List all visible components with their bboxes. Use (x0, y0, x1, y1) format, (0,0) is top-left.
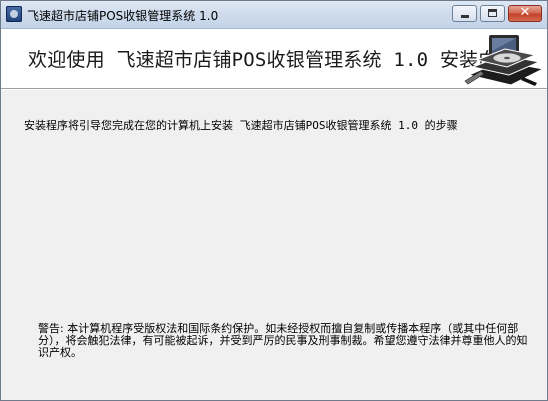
computer-install-icon (464, 35, 545, 86)
title-bar[interactable]: 飞速超市店铺POS收银管理系统 1.0 ✕ (1, 1, 547, 29)
maximize-button[interactable] (480, 5, 505, 22)
maximize-icon (488, 9, 497, 17)
close-icon: ✕ (519, 5, 531, 20)
installer-window: 飞速超市店铺POS收银管理系统 1.0 ✕ 欢迎使用 飞速超市店铺POS收银管理… (0, 0, 548, 401)
window-title: 飞速超市店铺POS收银管理系统 1.0 (27, 9, 219, 23)
app-icon[interactable] (6, 6, 22, 22)
close-button[interactable]: ✕ (508, 5, 542, 22)
page-title: 欢迎使用 飞速超市店铺POS收银管理系统 1.0 安装向导 (28, 49, 517, 71)
minimize-button[interactable] (452, 5, 477, 22)
minimize-icon (461, 15, 469, 18)
copyright-warning: 警告: 本计算机程序受版权法和国际条约保护。如未经授权而擅自复制或传播本程序（或… (38, 322, 528, 359)
header-banner: 欢迎使用 飞速超市店铺POS收银管理系统 1.0 安装向导 (1, 29, 547, 89)
intro-text: 安装程序将引导您完成在您的计算机上安装 飞速超市店铺POS收银管理系统 1.0 … (24, 119, 458, 132)
